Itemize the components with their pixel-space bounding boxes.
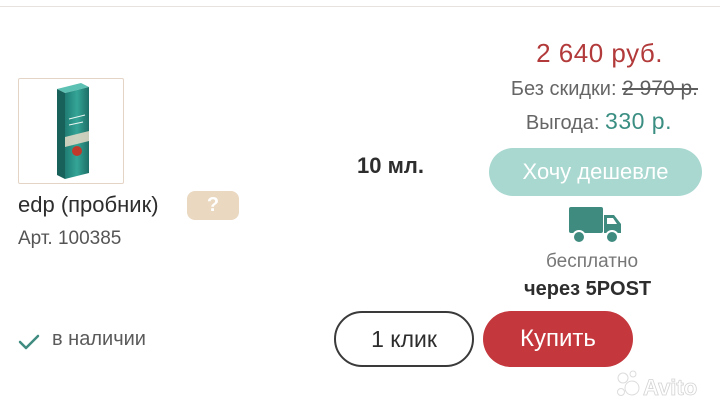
watermark-text: Avito (643, 375, 697, 400)
truck-icon (567, 205, 623, 250)
avito-watermark: Avito (615, 368, 715, 407)
product-name[interactable]: edp (пробник) (18, 192, 159, 218)
buy-button[interactable]: Купить (483, 311, 633, 367)
want-cheaper-button[interactable]: Хочу дешевле (489, 148, 702, 196)
old-price-label: Без скидки: (510, 78, 617, 100)
check-icon (18, 333, 40, 356)
help-badge[interactable]: ? (187, 191, 239, 220)
product-box-icon (57, 83, 89, 179)
one-click-button[interactable]: 1 клик (334, 311, 474, 367)
old-price-row: Без скидки: 2 970 р. (511, 77, 698, 101)
top-divider (0, 6, 720, 7)
savings-value: 330 р. (605, 108, 672, 134)
product-image[interactable] (18, 78, 124, 184)
savings-label: Выгода: (525, 112, 600, 134)
delivery-method: через 5POST (524, 278, 652, 300)
old-price: 2 970 р. (622, 77, 698, 100)
current-price: 2 640 руб. (536, 38, 663, 68)
delivery-free-text: бесплатно (546, 251, 639, 272)
product-sku: Арт. 100385 (18, 228, 122, 249)
savings-row: Выгода: 330 р. (526, 108, 672, 135)
product-volume: 10 мл. (357, 153, 424, 178)
stock-status: в наличии (52, 328, 146, 350)
